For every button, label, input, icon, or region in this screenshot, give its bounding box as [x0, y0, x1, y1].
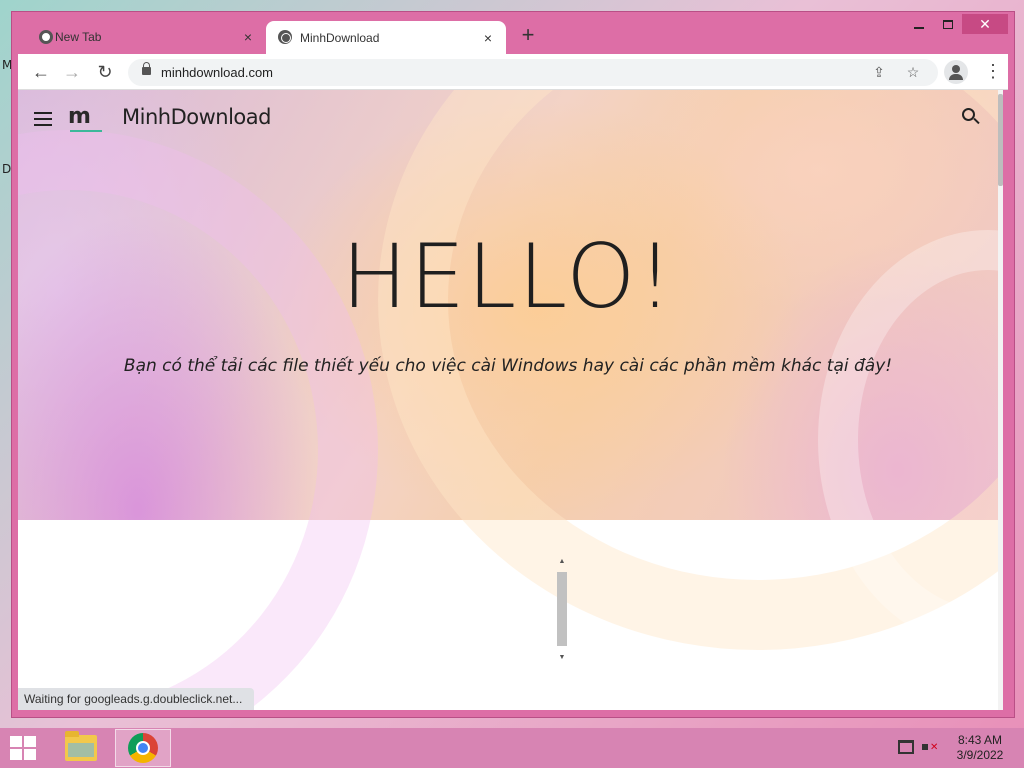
windows-logo-icon: [10, 736, 22, 747]
address-bar[interactable]: minhdownload.com ⇪ ☆: [128, 59, 938, 86]
back-button[interactable]: ←: [30, 61, 52, 83]
clock-date: 3/9/2022: [956, 748, 1004, 762]
hero-title: HELLO!: [341, 225, 675, 328]
desktop-icon-label: D: [2, 162, 12, 176]
forward-arrow-icon: →: [63, 62, 81, 82]
chrome-icon: [128, 733, 158, 763]
system-clock[interactable]: 8:43 AM 3/9/2022: [950, 733, 1010, 763]
bookmark-star-icon[interactable]: ☆: [904, 64, 922, 82]
network-icon[interactable]: [898, 740, 914, 754]
tab-close-button[interactable]: ×: [480, 30, 496, 46]
hero-decoration: [18, 130, 378, 710]
hero-banner: m MinhDownload HELLO! Bạn có thể tải các…: [18, 90, 1003, 710]
browser-window: ✕ New Tab × MinhDownload × + ← → ↻ minhd…: [11, 11, 1015, 718]
lock-icon: [142, 62, 151, 75]
start-button[interactable]: [10, 736, 38, 760]
hero-subtitle: Bạn có thể tải các file thiết yếu cho vi…: [123, 356, 893, 376]
folder-icon: [65, 731, 97, 761]
site-name[interactable]: MinhDownload: [122, 105, 271, 129]
page-viewport: m MinhDownload HELLO! Bạn có thể tải các…: [18, 90, 1003, 710]
back-arrow-icon: ←: [32, 62, 50, 82]
taskbar: 8:43 AM 3/9/2022: [0, 728, 1024, 768]
share-icon[interactable]: ⇪: [870, 64, 888, 82]
minimize-button[interactable]: [904, 14, 933, 34]
maximize-icon: [942, 19, 953, 29]
taskbar-file-explorer[interactable]: [53, 729, 109, 767]
status-bar: Waiting for googleads.g.doubleclick.net.…: [18, 688, 255, 710]
scrollbar-thumb[interactable]: [998, 94, 1003, 186]
new-tab-button[interactable]: +: [517, 24, 539, 47]
tab-label: New Tab: [55, 30, 102, 44]
scroll-down-arrow-icon[interactable]: ▼: [555, 652, 569, 664]
site-header: m MinhDownload: [18, 90, 998, 146]
scroll-up-arrow-icon[interactable]: ▲: [555, 556, 569, 568]
forward-button[interactable]: →: [61, 61, 83, 83]
reload-button[interactable]: ↻: [94, 61, 116, 83]
browser-toolbar: ← → ↻ minhdownload.com ⇪ ☆ ⋮: [18, 54, 1008, 90]
hamburger-menu-icon[interactable]: [34, 112, 52, 126]
maximize-button[interactable]: [933, 14, 962, 34]
browser-menu-icon[interactable]: ⋮: [984, 60, 1002, 84]
globe-icon: [278, 30, 292, 44]
clock-time: 8:43 AM: [957, 733, 1003, 747]
tab-minhdownload[interactable]: MinhDownload ×: [266, 21, 506, 54]
page-scrollbar[interactable]: [998, 90, 1003, 710]
profile-avatar-icon[interactable]: [944, 60, 968, 84]
ad-frame-scrollbar[interactable]: ▲ ▼: [555, 556, 569, 668]
taskbar-chrome[interactable]: [115, 729, 171, 767]
url-text[interactable]: minhdownload.com: [161, 65, 273, 80]
tab-new-tab[interactable]: New Tab ×: [28, 21, 266, 53]
tab-label: MinhDownload: [300, 30, 380, 45]
site-logo[interactable]: m: [68, 104, 102, 132]
volume-muted-icon[interactable]: [922, 740, 938, 754]
scrollbar-thumb[interactable]: [557, 572, 567, 646]
window-close-button[interactable]: ✕: [962, 14, 1008, 34]
search-icon[interactable]: [962, 108, 982, 128]
chrome-icon: [39, 30, 53, 44]
reload-icon: ↻: [97, 62, 113, 82]
tab-close-button[interactable]: ×: [240, 29, 256, 45]
minimize-icon: [913, 27, 924, 29]
window-controls: ✕: [904, 14, 1008, 34]
